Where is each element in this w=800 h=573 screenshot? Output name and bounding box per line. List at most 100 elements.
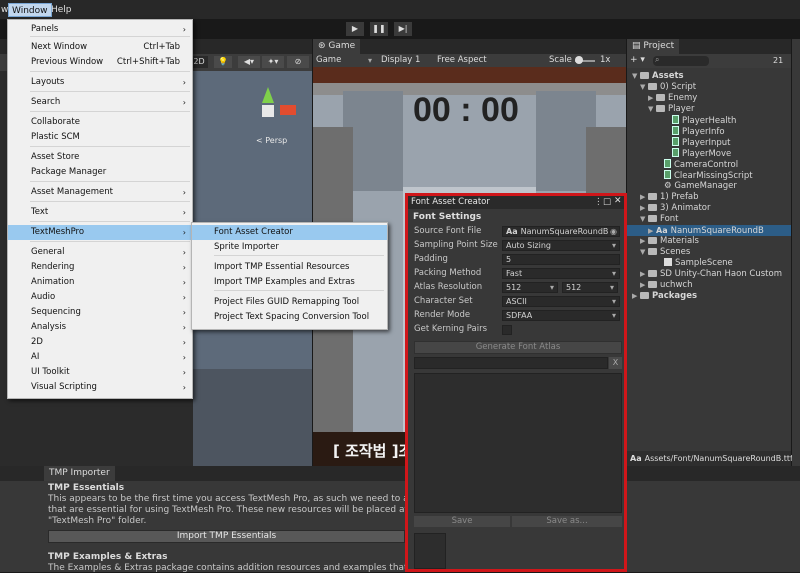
submenu-item-import-tmp-essential-resources[interactable]: Import TMP Essential Resources: [192, 260, 387, 275]
window-menu-item-audio[interactable]: Audio ›: [8, 290, 192, 305]
project-tree-item[interactable]: ▼ Scenes: [632, 247, 690, 258]
kerning-checkbox[interactable]: [502, 325, 512, 335]
project-tree-item[interactable]: ▼ Player: [632, 104, 694, 115]
persp-label[interactable]: < Persp: [256, 136, 287, 145]
maximize-icon[interactable]: □: [603, 197, 611, 207]
project-tree-item[interactable]: ▼ Assets: [632, 71, 684, 82]
step-icon[interactable]: ▶|: [394, 22, 412, 36]
gizmo-y-icon[interactable]: [262, 87, 274, 103]
submenu-item-font-asset-creator[interactable]: Font Asset Creator: [192, 225, 387, 240]
more-menu-icon[interactable]: ⋮: [594, 197, 603, 207]
audio-icon[interactable]: ◀▾: [238, 56, 260, 68]
pause-icon[interactable]: ❚❚: [370, 22, 388, 36]
fx-icon[interactable]: ✦▾: [262, 56, 284, 68]
collapsed-arrow-icon[interactable]: ▶: [640, 236, 648, 247]
field-value-character-set[interactable]: ASCII: [502, 296, 620, 307]
collapsed-arrow-icon[interactable]: ▶: [640, 203, 648, 214]
output-area[interactable]: [414, 373, 622, 513]
window-menu-item-rendering[interactable]: Rendering ›: [8, 260, 192, 275]
expanded-arrow-icon[interactable]: ▼: [640, 82, 648, 93]
project-tree-item[interactable]: ▶ Packages: [632, 291, 697, 302]
window-menu-item-search[interactable]: Search ›: [8, 95, 192, 110]
field-value-packing-method[interactable]: Fast: [502, 268, 620, 279]
tab-project[interactable]: ▤ Project: [627, 39, 680, 54]
light-icon[interactable]: 💡: [214, 56, 232, 68]
generate-font-atlas-button[interactable]: Generate Font Atlas: [414, 341, 622, 354]
submenu-item-import-tmp-examples-and-extras[interactable]: Import TMP Examples and Extras: [192, 275, 387, 290]
expanded-arrow-icon[interactable]: ▼: [632, 71, 640, 82]
gizmo-x-icon[interactable]: [280, 105, 296, 115]
project-tree-item[interactable]: ClearMissingScript: [632, 170, 753, 181]
project-tree-item[interactable]: ⚙ GameManager: [632, 181, 737, 192]
collapsed-arrow-icon[interactable]: ▶: [640, 269, 648, 280]
window-menu-item-analysis[interactable]: Analysis ›: [8, 320, 192, 335]
window-menu-item-previous-window[interactable]: Previous Window Ctrl+Shift+Tab: [8, 55, 192, 70]
field-value-source-font-file[interactable]: Aa NanumSquareRoundB ◉: [502, 226, 620, 237]
collapsed-arrow-icon[interactable]: ▶: [632, 291, 640, 302]
aspect-dropdown[interactable]: Free Aspect: [437, 54, 487, 67]
collapsed-arrow-icon[interactable]: ▶: [640, 192, 648, 203]
game-mode-dropdown[interactable]: Game: [316, 54, 341, 67]
window-menu-item-visual-scripting[interactable]: Visual Scripting ›: [8, 380, 192, 395]
project-tree-item[interactable]: SampleScene: [632, 258, 733, 269]
window-menu-item-text[interactable]: Text ›: [8, 205, 192, 220]
project-tree-item[interactable]: PlayerInfo: [632, 126, 725, 137]
window-menu-item-package-manager[interactable]: Package Manager: [8, 165, 192, 180]
window-menu-item-asset-store[interactable]: Asset Store: [8, 150, 192, 165]
field-value-sampling-point-size[interactable]: Auto Sizing: [502, 240, 620, 251]
atlas-height-dropdown[interactable]: 512: [562, 282, 618, 293]
play-icon[interactable]: ▶: [346, 22, 364, 36]
atlas-width-dropdown[interactable]: 512: [502, 282, 558, 293]
import-essentials-button[interactable]: Import TMP Essentials: [48, 530, 405, 543]
window-menu-item-ai[interactable]: AI ›: [8, 350, 192, 365]
project-tree-item[interactable]: ▶ Aa NanumSquareRoundB: [627, 225, 791, 236]
window-menu-item-collaborate[interactable]: Collaborate: [8, 115, 192, 130]
menu-window[interactable]: Window: [8, 3, 52, 17]
tab-game[interactable]: ⊛ Game: [313, 39, 361, 54]
project-tree-item[interactable]: ▶ 3) Animator: [632, 203, 711, 214]
submenu-item-project-text-spacing-conversion-tool[interactable]: Project Text Spacing Conversion Tool: [192, 310, 387, 325]
expanded-arrow-icon[interactable]: ▼: [640, 214, 648, 225]
window-menu-item-sequencing[interactable]: Sequencing ›: [8, 305, 192, 320]
glyph-input[interactable]: [414, 357, 608, 369]
window-menu-item-2d[interactable]: 2D ›: [8, 335, 192, 350]
field-value-render-mode[interactable]: SDFAA: [502, 310, 620, 321]
window-menu-item-layouts[interactable]: Layouts ›: [8, 75, 192, 90]
project-tree-item[interactable]: PlayerHealth: [632, 115, 736, 126]
project-tree-item[interactable]: ▼ Font: [632, 214, 679, 225]
submenu-item-sprite-importer[interactable]: Sprite Importer: [192, 240, 387, 255]
window-menu-item-textmeshpro[interactable]: TextMeshPro ›: [8, 225, 192, 240]
project-tree-item[interactable]: ▶ Enemy: [632, 93, 697, 104]
expanded-arrow-icon[interactable]: ▼: [648, 104, 656, 115]
gizmo-center-icon[interactable]: [262, 105, 274, 117]
tab-tmp-importer[interactable]: TMP Importer: [44, 466, 115, 481]
clear-button[interactable]: X: [609, 357, 622, 369]
window-menu-item-animation[interactable]: Animation ›: [8, 275, 192, 290]
visibility-icon[interactable]: ⊘: [287, 56, 309, 68]
close-icon[interactable]: ✕: [614, 196, 622, 206]
window-menu-item-asset-management[interactable]: Asset Management ›: [8, 185, 192, 200]
scale-slider-handle[interactable]: [575, 56, 583, 64]
add-asset-icon[interactable]: + ▾: [630, 54, 645, 67]
window-menu-item-next-window[interactable]: Next Window Ctrl+Tab: [8, 40, 192, 55]
project-tree-item[interactable]: ▶ Materials: [632, 236, 699, 247]
project-tree-item[interactable]: CameraControl: [632, 159, 738, 170]
submenu-item-project-files-guid-remapping-tool[interactable]: Project Files GUID Remapping Tool: [192, 295, 387, 310]
menu-help[interactable]: Help: [48, 3, 75, 17]
collapsed-arrow-icon[interactable]: ▶: [640, 280, 648, 291]
project-tree-item[interactable]: ▶ 1) Prefab: [632, 192, 699, 203]
expanded-arrow-icon[interactable]: ▼: [640, 247, 648, 258]
project-tree-item[interactable]: ▼ 0) Script: [632, 82, 696, 93]
window-menu-item-general[interactable]: General ›: [8, 245, 192, 260]
project-tree-item[interactable]: ▶ SD Unity-Chan Haon Custom: [632, 269, 782, 280]
window-menu-item-panels[interactable]: Panels ›: [8, 22, 192, 37]
collapsed-arrow-icon[interactable]: ▶: [648, 93, 656, 104]
project-tree-item[interactable]: PlayerInput: [632, 137, 730, 148]
project-tree-item[interactable]: PlayerMove: [632, 148, 731, 159]
window-menu-item-plastic-scm[interactable]: Plastic SCM: [8, 130, 192, 145]
project-tree-item[interactable]: ▶ uchwch: [632, 280, 692, 291]
display-dropdown[interactable]: Display 1: [381, 54, 420, 67]
save-as-button[interactable]: Save as...: [512, 516, 622, 527]
save-button[interactable]: Save: [414, 516, 510, 527]
field-value-padding[interactable]: 5: [502, 254, 620, 265]
